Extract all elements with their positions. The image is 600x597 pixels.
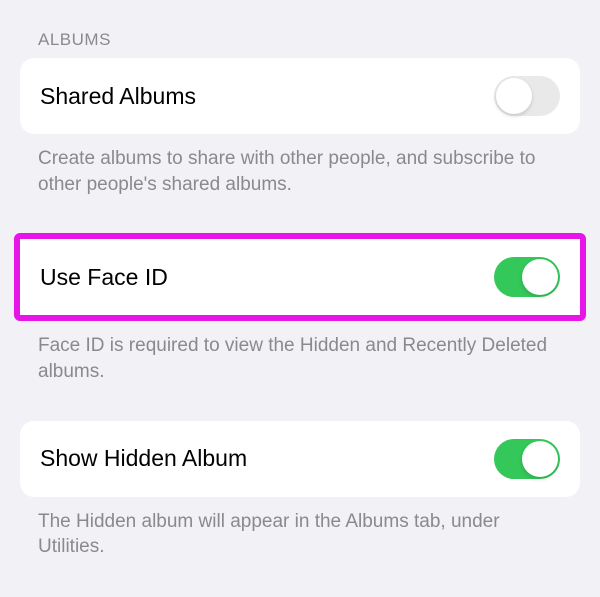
- highlight-annotation: Use Face ID: [14, 233, 586, 321]
- settings-container: ALBUMS Shared Albums Create albums to sh…: [0, 0, 600, 560]
- toggle-knob: [522, 441, 558, 477]
- setting-label: Show Hidden Album: [40, 445, 247, 472]
- setting-description: The Hidden album will appear in the Albu…: [20, 497, 580, 560]
- toggle-knob: [496, 78, 532, 114]
- toggle-show-hidden-album[interactable]: [494, 439, 560, 479]
- toggle-use-face-id[interactable]: [494, 257, 560, 297]
- setting-row-shared-albums[interactable]: Shared Albums: [20, 58, 580, 134]
- toggle-shared-albums[interactable]: [494, 76, 560, 116]
- setting-description: Face ID is required to view the Hidden a…: [20, 321, 580, 384]
- setting-row-show-hidden-album[interactable]: Show Hidden Album: [20, 421, 580, 497]
- spacer: [20, 385, 580, 421]
- setting-label: Shared Albums: [40, 83, 196, 110]
- setting-description: Create albums to share with other people…: [20, 134, 580, 197]
- setting-row-use-face-id[interactable]: Use Face ID: [20, 239, 580, 315]
- toggle-knob: [522, 259, 558, 295]
- spacer: [20, 197, 580, 233]
- section-header: ALBUMS: [20, 0, 580, 58]
- setting-label: Use Face ID: [40, 264, 168, 291]
